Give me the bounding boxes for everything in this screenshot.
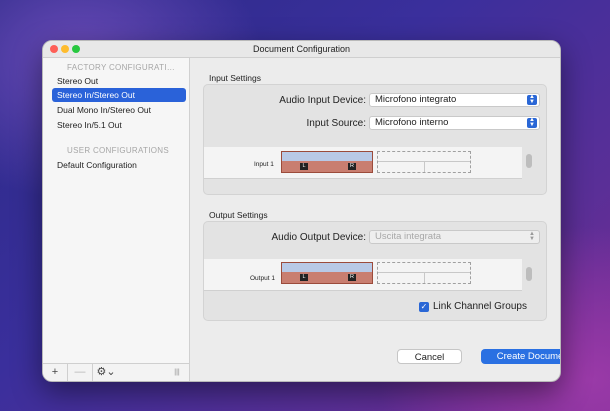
link-channel-groups-checkbox[interactable]: ✓ — [419, 302, 429, 312]
input-settings-panel: Audio Input Device: Microfono integrato … — [203, 84, 547, 195]
right-channel-tag: R — [348, 163, 356, 170]
input-channel-strip: Input 1 L R — [204, 147, 522, 179]
remove-configuration-button[interactable]: — — [68, 364, 93, 381]
settings-area: Input Settings Audio Input Device: Micro… — [190, 58, 560, 381]
audio-output-device-select[interactable]: Uscita integrata ▲ ▼ — [369, 230, 540, 244]
empty-channel-slot — [377, 151, 471, 173]
window-title: Document Configuration — [252, 44, 351, 54]
audio-input-device-select[interactable]: Microfono integrato ▲ ▼ — [369, 93, 540, 107]
zoom-window-button[interactable] — [72, 45, 80, 53]
output-settings-title: Output Settings — [209, 210, 268, 220]
title-bar: Document Configuration — [43, 41, 560, 58]
audio-input-device-label: Audio Input Device: — [279, 95, 366, 106]
sidebar-item-stereo-out[interactable]: Stereo Out — [52, 74, 186, 88]
up-down-chevron-icon: ▲ ▼ — [529, 231, 535, 242]
document-configuration-window: Document Configuration FACTORY CONFIGURA… — [42, 40, 561, 382]
output-channel-label: Output 1 — [250, 275, 275, 282]
minimize-window-button[interactable] — [61, 45, 69, 53]
input-source-select[interactable]: Microfono interno ▲ ▼ — [369, 116, 540, 130]
input-settings-title: Input Settings — [209, 73, 261, 83]
create-document-button[interactable]: Create Document — [481, 349, 560, 364]
audio-input-device-value: Microfono integrato — [375, 94, 457, 105]
sidebar-item-default-configuration[interactable]: Default Configuration — [52, 158, 186, 172]
sidebar-item-stereo-in-5-1-out[interactable]: Stereo In/5.1 Out — [52, 118, 186, 132]
close-window-button[interactable] — [50, 45, 58, 53]
up-down-chevron-icon: ▲ ▼ — [527, 94, 537, 105]
input-source-label: Input Source: — [306, 118, 366, 129]
sidebar-toolbar: + — ⚙⌄ ||| — [43, 363, 189, 381]
audio-output-device-label: Audio Output Device: — [271, 232, 367, 243]
input-channel-label: Input 1 — [254, 161, 274, 168]
output-strip-scrollbar[interactable] — [526, 267, 532, 281]
link-channel-groups-label: Link Channel Groups — [433, 301, 527, 312]
output-channel-strip: Output 1 L R — [204, 259, 522, 291]
empty-channel-slot — [377, 262, 471, 284]
input-strip-scrollbar[interactable] — [526, 154, 532, 168]
audio-output-device-value: Uscita integrata — [375, 231, 442, 242]
configuration-sidebar: FACTORY CONFIGURATI… Stereo Out Stereo I… — [43, 58, 190, 381]
sidebar-item-dual-mono-in-stereo-out[interactable]: Dual Mono In/Stereo Out — [52, 103, 186, 117]
left-channel-tag: L — [300, 274, 308, 281]
user-configurations-header: USER CONFIGURATIONS — [67, 146, 170, 155]
output-channel-group[interactable]: L R — [281, 262, 373, 284]
right-channel-tag: R — [348, 274, 356, 281]
input-source-value: Microfono interno — [375, 117, 449, 128]
sidebar-item-stereo-in-stereo-out[interactable]: Stereo In/Stereo Out — [52, 88, 186, 102]
add-configuration-button[interactable]: + — [43, 364, 68, 381]
sidebar-resize-handle[interactable]: ||| — [169, 364, 185, 381]
up-down-chevron-icon: ▲ ▼ — [527, 117, 537, 128]
left-channel-tag: L — [300, 163, 308, 170]
input-channel-group[interactable]: L R — [281, 151, 373, 173]
cancel-button[interactable]: Cancel — [397, 349, 462, 364]
factory-configurations-header: FACTORY CONFIGURATI… — [67, 63, 176, 72]
output-settings-panel: Audio Output Device: Uscita integrata ▲ ▼… — [203, 221, 547, 321]
gear-menu-icon[interactable]: ⚙⌄ — [93, 364, 119, 381]
